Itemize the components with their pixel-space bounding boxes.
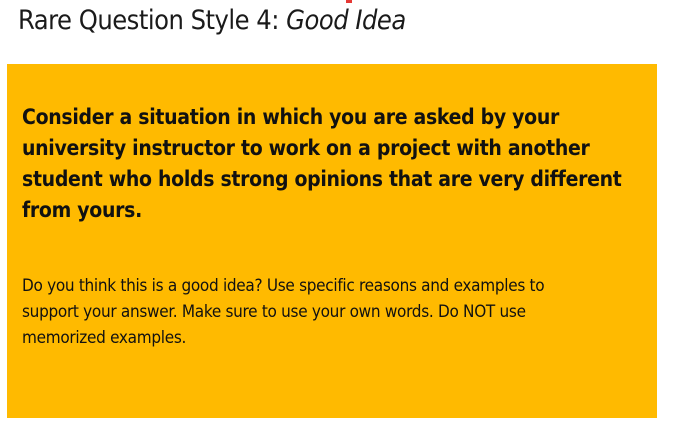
question-card: Consider a situation in which you are as… [7,64,657,418]
red-accent-mark [346,0,352,3]
slide-title: Rare Question Style 4: Good Idea [18,6,406,36]
title-emphasis: Good Idea [286,5,406,36]
title-prefix: Rare Question Style 4: [18,5,287,36]
question-instructions: Do you think this is a good idea? Use sp… [22,276,545,348]
question-prompt: Consider a situation in which you are as… [22,105,622,222]
